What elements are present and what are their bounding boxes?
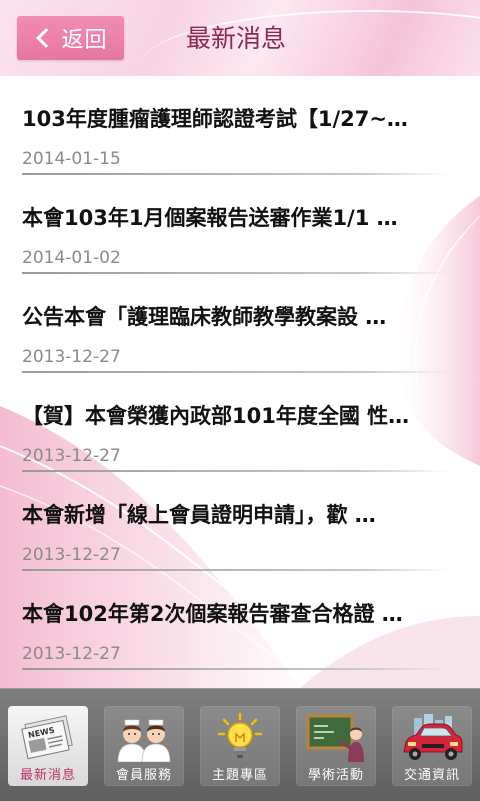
news-item[interactable]: 【賀】本會榮獲內政部101年度全國 性… 2013-12-27 bbox=[0, 373, 480, 472]
tab-label: 學術活動 bbox=[307, 768, 364, 783]
tab-topics[interactable]: 主題專區 bbox=[200, 706, 280, 786]
lightbulb-icon bbox=[217, 712, 263, 758]
tab-label: 最新消息 bbox=[19, 768, 76, 783]
news-date: 2013-12-27 bbox=[22, 347, 121, 367]
news-title: 本會102年第2次個案報告審查合格證 … bbox=[22, 602, 403, 626]
news-title: 本會103年1月個案報告送審作業1/1 … bbox=[22, 206, 398, 230]
news-item[interactable]: 本會新增「線上會員證明申請」，歡 … 2013-12-27 bbox=[0, 472, 480, 571]
tab-latest-news[interactable]: NEWS 最新消息 bbox=[8, 706, 88, 786]
tab-label: 交通資訊 bbox=[403, 768, 460, 783]
tab-academic-events[interactable]: 學術活動 bbox=[296, 706, 376, 786]
news-title: 公告本會「護理臨床教師教學教案設 … bbox=[22, 305, 387, 329]
news-item[interactable]: 103年度腫瘤護理師認證考試【1/27~… 2014-01-15 bbox=[0, 76, 480, 175]
news-content[interactable]: 103年度腫瘤護理師認證考試【1/27~… 2014-01-15 本會103年1… bbox=[0, 76, 480, 688]
bottom-tab-bar: NEWS 最新消息 會員服務 主題專區 學術活動 交通資訊 bbox=[0, 688, 480, 801]
tab-member-service[interactable]: 會員服務 bbox=[104, 706, 184, 786]
tab-label: 主題專區 bbox=[211, 768, 268, 783]
newspaper-icon: NEWS bbox=[21, 715, 73, 760]
news-date: 2013-12-27 bbox=[22, 545, 121, 565]
header-bar: 返回 最新消息 bbox=[0, 0, 480, 76]
chevron-left-icon bbox=[36, 28, 57, 48]
nurses-icon bbox=[117, 719, 171, 762]
news-item[interactable]: 公告本會「護理臨床教師教學教案設 … 2013-12-27 bbox=[0, 274, 480, 373]
divider bbox=[22, 668, 450, 670]
news-title: 103年度腫瘤護理師認證考試【1/27~… bbox=[22, 107, 408, 131]
news-title: 【賀】本會榮獲內政部101年度全國 性… bbox=[22, 404, 410, 428]
news-item[interactable]: 本會102年第2次個案報告審查合格證 … 2013-12-27 bbox=[0, 571, 480, 670]
page-title: 最新消息 bbox=[186, 24, 287, 53]
back-button[interactable]: 返回 bbox=[17, 16, 124, 60]
tab-traffic-info[interactable]: 交通資訊 bbox=[392, 706, 472, 786]
news-date: 2013-12-27 bbox=[22, 446, 121, 466]
chalkboard-icon bbox=[306, 714, 364, 762]
back-button-label: 返回 bbox=[61, 28, 108, 53]
news-date: 2013-12-27 bbox=[22, 644, 121, 664]
car-icon bbox=[403, 714, 463, 760]
news-date: 2014-01-02 bbox=[22, 248, 121, 268]
news-item[interactable]: 本會103年1月個案報告送審作業1/1 … 2014-01-02 bbox=[0, 175, 480, 274]
news-title: 本會新增「線上會員證明申請」，歡 … bbox=[22, 503, 376, 527]
news-date: 2014-01-15 bbox=[22, 149, 121, 169]
tab-label: 會員服務 bbox=[115, 768, 172, 783]
news-list: 103年度腫瘤護理師認證考試【1/27~… 2014-01-15 本會103年1… bbox=[0, 76, 480, 670]
